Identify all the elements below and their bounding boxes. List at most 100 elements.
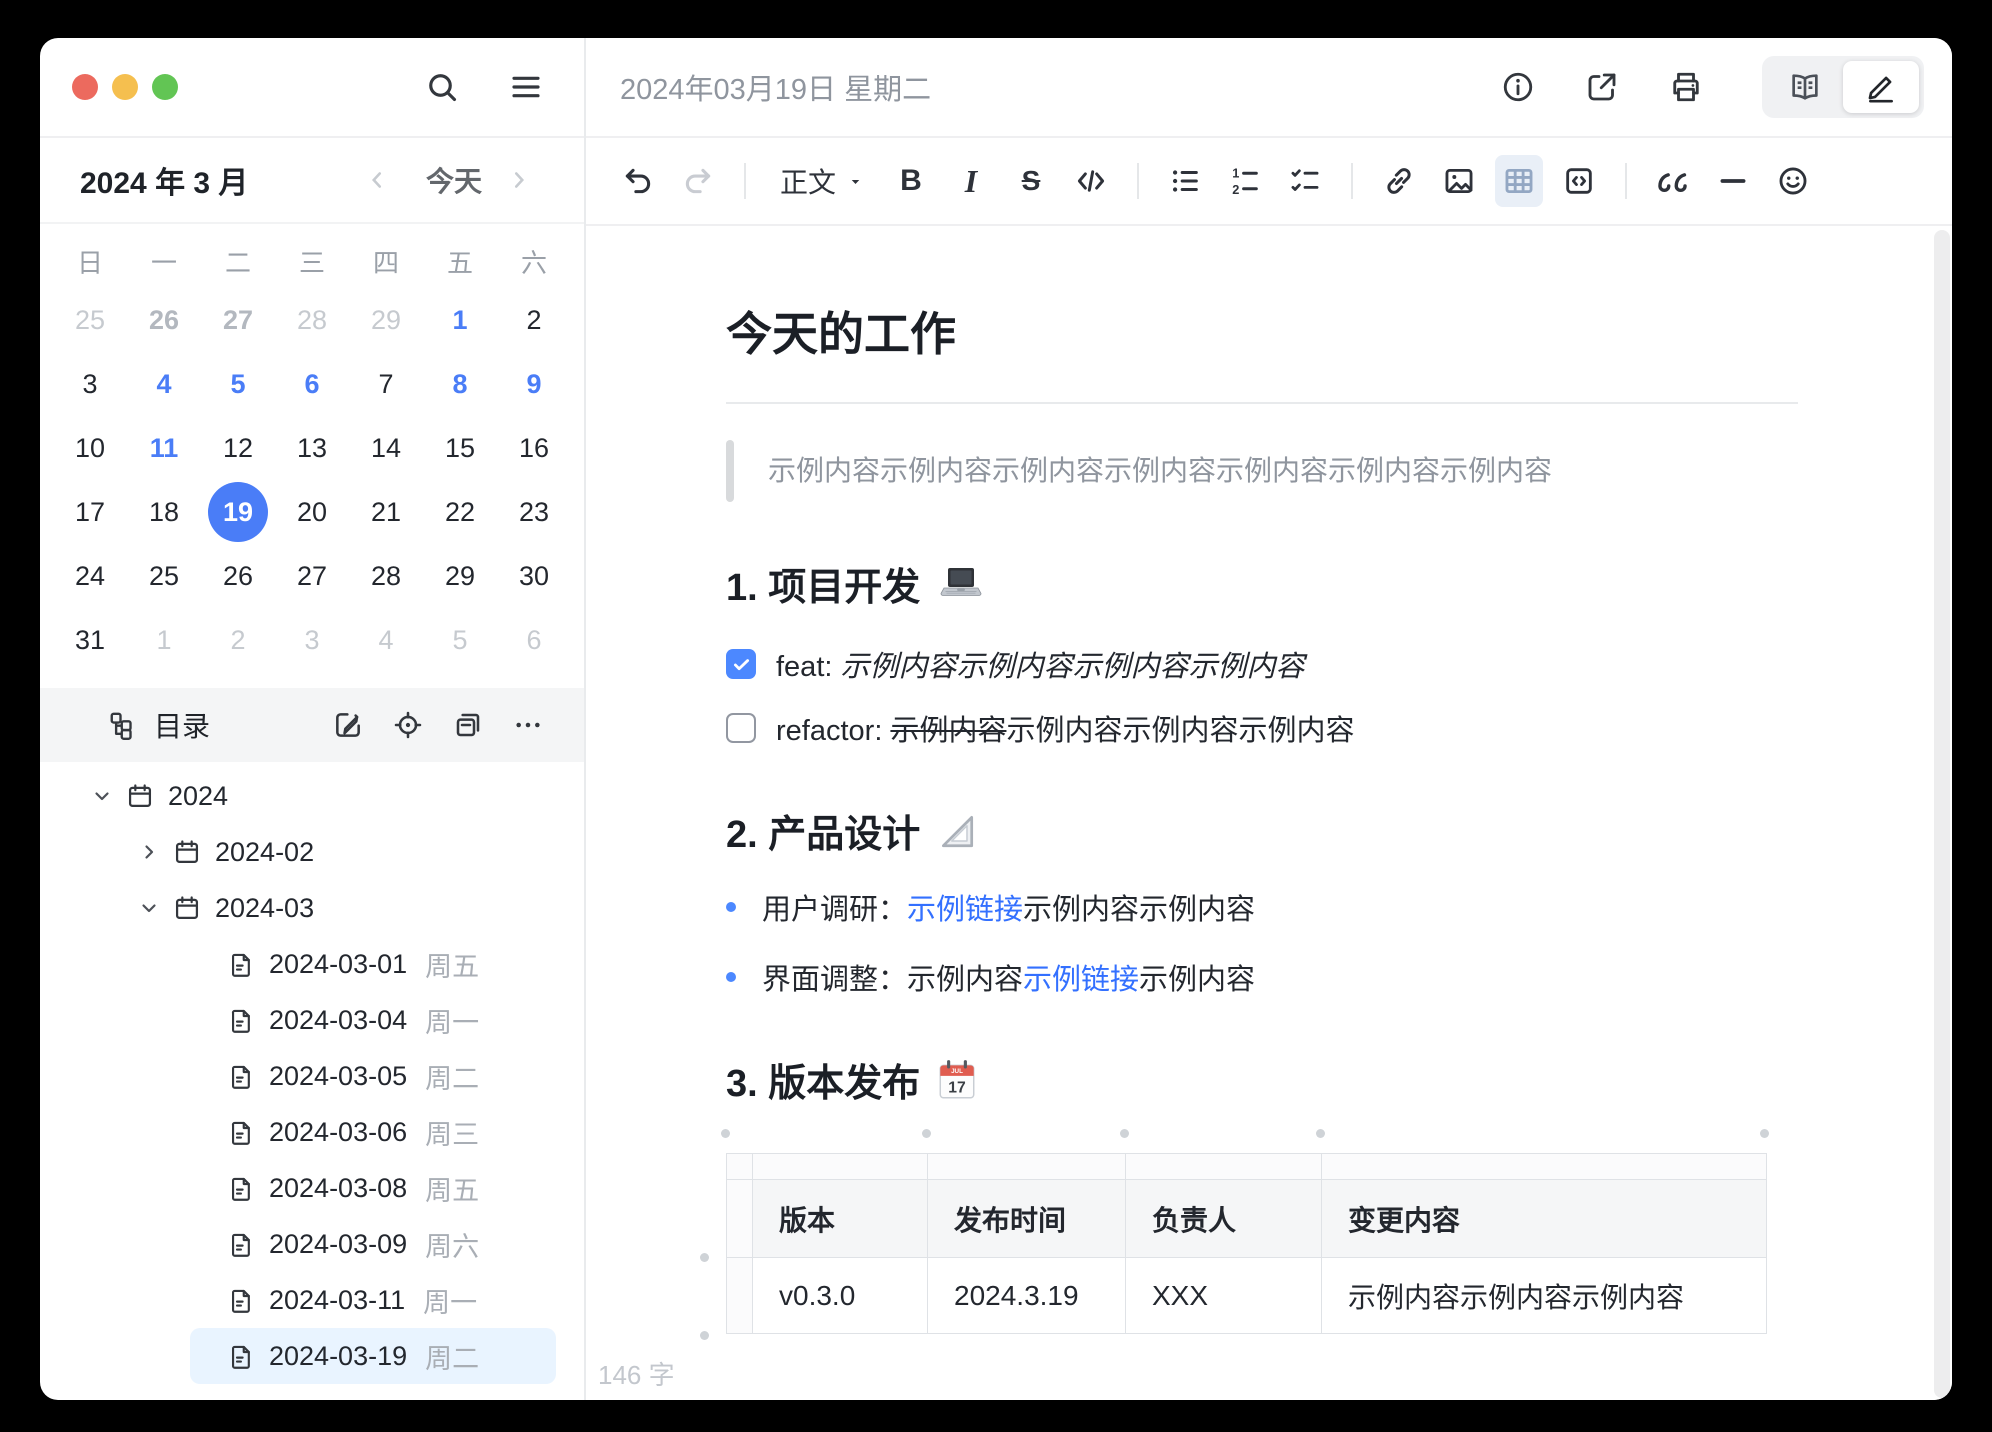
calendar-day[interactable]: 5 (204, 352, 272, 416)
bullet-text[interactable]: 用户调研：示例链接示例内容示例内容 (762, 886, 1255, 928)
calendar-day[interactable]: 9 (500, 352, 568, 416)
paragraph-style-dropdown[interactable]: 正文 (768, 155, 875, 207)
calendar-day[interactable]: 15 (426, 416, 494, 480)
document-title[interactable]: 今天的工作 (726, 298, 1952, 364)
collapse-all-icon[interactable] (452, 709, 484, 741)
calendar-day[interactable]: 22 (426, 480, 494, 544)
calendar-day[interactable]: 4 (352, 608, 420, 672)
table-header-cell[interactable]: 发布时间 (927, 1179, 1126, 1258)
tree-folder-2024[interactable]: 2024 (40, 768, 584, 824)
print-icon[interactable] (1668, 69, 1704, 105)
tree-file[interactable]: 2024-03-06 周三 (190, 1104, 556, 1160)
editor-scrollbar[interactable] (1934, 230, 1950, 1398)
calendar-day[interactable]: 29 (426, 544, 494, 608)
locate-today-icon[interactable] (392, 709, 424, 741)
calendar-day[interactable]: 12 (204, 416, 272, 480)
inline-code-button[interactable] (1067, 155, 1115, 207)
table-cell[interactable]: v0.3.0 (752, 1257, 928, 1334)
calendar-day[interactable]: 27 (204, 288, 272, 352)
calendar-day[interactable]: 28 (278, 288, 346, 352)
undo-button[interactable] (614, 155, 662, 207)
task-text[interactable]: feat: 示例内容示例内容示例内容示例内容 (776, 643, 1305, 685)
heading-product-design[interactable]: 2. 产品设计 (726, 803, 1952, 858)
tree-folder-2024-02[interactable]: 2024-02 (40, 824, 584, 880)
calendar-day[interactable]: 5 (426, 608, 494, 672)
menu-icon[interactable] (508, 69, 544, 105)
table-row-strip[interactable] (726, 1179, 753, 1258)
calendar-day[interactable]: 1 (130, 608, 198, 672)
calendar-day[interactable]: 23 (500, 480, 568, 544)
calendar-day[interactable]: 10 (56, 416, 124, 480)
table-row-handle[interactable] (700, 1331, 709, 1340)
tree-file[interactable]: 2024-03-04 周一 (190, 992, 556, 1048)
tree-file[interactable]: 2024-03-09 周六 (190, 1216, 556, 1272)
table-column-handle[interactable] (721, 1129, 730, 1138)
emoji-button[interactable] (1769, 155, 1817, 207)
share-icon[interactable] (1584, 69, 1620, 105)
image-button[interactable] (1435, 155, 1483, 207)
calendar-day-selected[interactable]: 19 (204, 480, 272, 544)
new-note-icon[interactable] (332, 709, 364, 741)
calendar-day[interactable]: 25 (130, 544, 198, 608)
calendar-day[interactable]: 3 (56, 352, 124, 416)
calendar-day[interactable]: 8 (426, 352, 494, 416)
tree-folder-2024-03[interactable]: 2024-03 (40, 880, 584, 936)
table-cell[interactable]: 示例内容示例内容示例内容 (1321, 1257, 1767, 1334)
horizontal-rule-button[interactable] (1709, 155, 1757, 207)
calendar-day[interactable]: 27 (278, 544, 346, 608)
calendar-day[interactable]: 25 (56, 288, 124, 352)
bold-button[interactable]: B (887, 155, 935, 207)
edit-mode-button[interactable] (1843, 61, 1919, 113)
calendar-day[interactable]: 26 (130, 288, 198, 352)
prev-month-icon[interactable] (364, 167, 390, 193)
numbered-list-button[interactable]: 12 (1221, 155, 1269, 207)
bulleted-list-button[interactable] (1161, 155, 1209, 207)
table-button[interactable] (1495, 155, 1544, 207)
calendar-day[interactable]: 29 (352, 288, 420, 352)
chevron-down-icon[interactable] (137, 896, 161, 920)
sample-link[interactable]: 示例链接 (907, 894, 1023, 926)
close-window-button[interactable] (72, 74, 98, 100)
calendar-day[interactable]: 28 (352, 544, 420, 608)
next-month-icon[interactable] (506, 167, 532, 193)
bullet-text[interactable]: 界面调整：示例内容示例链接示例内容 (762, 956, 1255, 998)
calendar-day[interactable]: 1 (426, 288, 494, 352)
table-cell[interactable]: XXX (1125, 1257, 1322, 1334)
more-options-icon[interactable] (512, 709, 544, 741)
checkbox-checked[interactable] (726, 649, 756, 679)
table-header-cell[interactable]: 版本 (752, 1179, 928, 1258)
table-column-handle[interactable] (1316, 1129, 1325, 1138)
info-icon[interactable] (1500, 69, 1536, 105)
calendar-day[interactable]: 17 (56, 480, 124, 544)
calendar-day[interactable]: 31 (56, 608, 124, 672)
document-canvas[interactable]: 今天的工作 示例内容示例内容示例内容示例内容示例内容示例内容示例内容 1. 项目… (586, 226, 1952, 1400)
calendar-day[interactable]: 6 (500, 608, 568, 672)
calendar-day[interactable]: 3 (278, 608, 346, 672)
calendar-day[interactable]: 30 (500, 544, 568, 608)
calendar-day[interactable]: 7 (352, 352, 420, 416)
calendar-day[interactable]: 4 (130, 352, 198, 416)
read-mode-button[interactable] (1767, 61, 1843, 113)
heading-release[interactable]: 3. 版本发布 JUL 17 (726, 1052, 1952, 1107)
tree-file[interactable]: 2024-03-11 周一 (190, 1272, 556, 1328)
quote-button[interactable] (1649, 155, 1697, 207)
search-icon[interactable] (424, 69, 460, 105)
calendar-day[interactable]: 24 (56, 544, 124, 608)
table-column-handle[interactable] (1760, 1129, 1769, 1138)
minimize-window-button[interactable] (112, 74, 138, 100)
sample-link[interactable]: 示例链接 (1023, 964, 1139, 996)
chevron-down-icon[interactable] (90, 784, 114, 808)
calendar-day[interactable]: 6 (278, 352, 346, 416)
table-header-cell[interactable]: 负责人 (1125, 1179, 1322, 1258)
blockquote[interactable]: 示例内容示例内容示例内容示例内容示例内容示例内容示例内容 (726, 440, 1952, 502)
calendar-day[interactable]: 16 (500, 416, 568, 480)
calendar-day[interactable]: 18 (130, 480, 198, 544)
calendar-day[interactable]: 2 (204, 608, 272, 672)
table-row-strip[interactable] (726, 1257, 753, 1334)
calendar-day[interactable]: 13 (278, 416, 346, 480)
calendar-day[interactable]: 11 (130, 416, 198, 480)
table-header-cell[interactable]: 变更内容 (1321, 1179, 1767, 1258)
today-button[interactable]: 今天 (426, 160, 482, 200)
table-row-handle[interactable] (700, 1253, 709, 1262)
heading-project-dev[interactable]: 1. 项目开发 (726, 556, 1952, 611)
